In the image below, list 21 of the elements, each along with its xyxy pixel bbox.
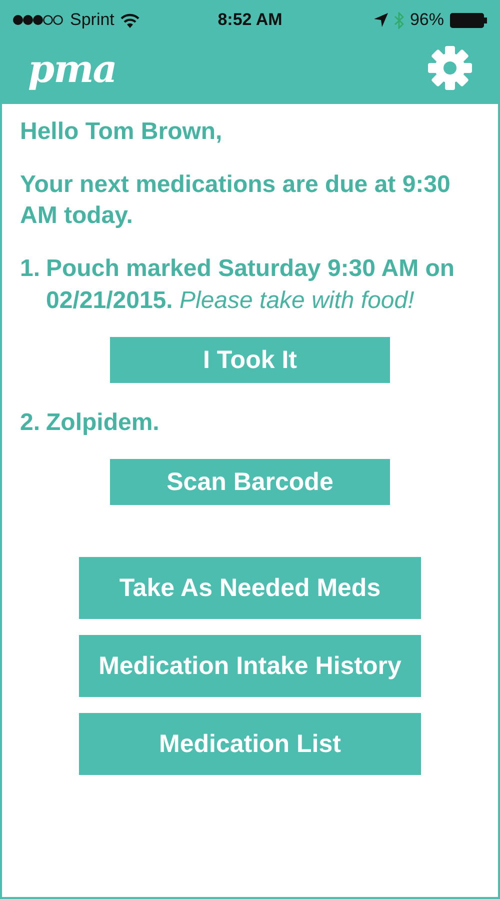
item-number: 1. — [20, 254, 40, 284]
app-logo: pma — [28, 46, 116, 90]
menu-button[interactable]: Medication List — [79, 713, 421, 775]
signal-icon — [12, 14, 64, 26]
battery-percent: 96% — [410, 10, 444, 30]
item-number: 2. — [20, 408, 40, 438]
medication-action-button[interactable]: I Took It — [110, 337, 390, 383]
medication-action-button[interactable]: Scan Barcode — [110, 459, 390, 505]
location-arrow-icon — [374, 13, 388, 27]
next-due-text: Your next medications are due at 9:30 AM today. — [20, 170, 452, 231]
medication-text: Zolpidem. — [46, 408, 160, 438]
medication-text: Pouch marked Saturday 9:30 AM on 02/21/2015. Please take with food! — [46, 254, 456, 316]
menu-button[interactable]: Medication Intake History — [79, 635, 421, 697]
bluetooth-icon — [394, 12, 404, 28]
status-time: 8:52 AM — [218, 10, 282, 30]
carrier-name: Sprint — [70, 10, 114, 30]
battery-icon — [450, 12, 488, 28]
wifi-icon — [120, 12, 140, 28]
settings-icon[interactable] — [428, 46, 472, 90]
greeting-text: Hello Tom Brown, — [20, 117, 224, 147]
menu-button[interactable]: Take As Needed Meds — [79, 557, 421, 619]
